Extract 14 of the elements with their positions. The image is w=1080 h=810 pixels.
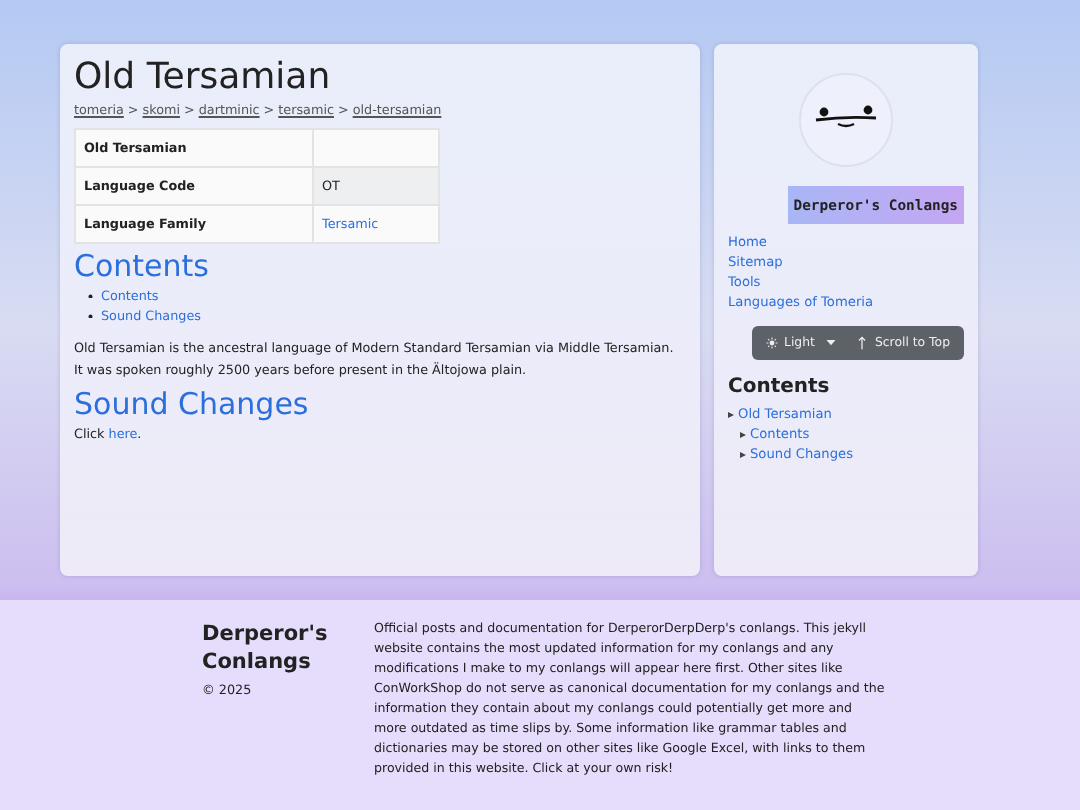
- bullet-icon: [740, 431, 746, 437]
- footer-title: Derperor's Conlangs: [202, 620, 330, 676]
- up-arrow-icon: [856, 336, 869, 350]
- caret-icon: [826, 340, 837, 346]
- page-title: Old Tersamian: [74, 56, 333, 98]
- bullet-icon: [740, 451, 746, 457]
- sun-icon: [766, 336, 778, 350]
- toc-heading: Contents: [728, 376, 832, 398]
- bullet-icon: [88, 293, 93, 299]
- section-heading: Sound Changes: [74, 386, 311, 422]
- bullet-icon: [728, 411, 734, 417]
- section-heading: Contents: [74, 248, 211, 284]
- logo-icon: [798, 72, 894, 168]
- bullet-icon: [88, 313, 93, 319]
